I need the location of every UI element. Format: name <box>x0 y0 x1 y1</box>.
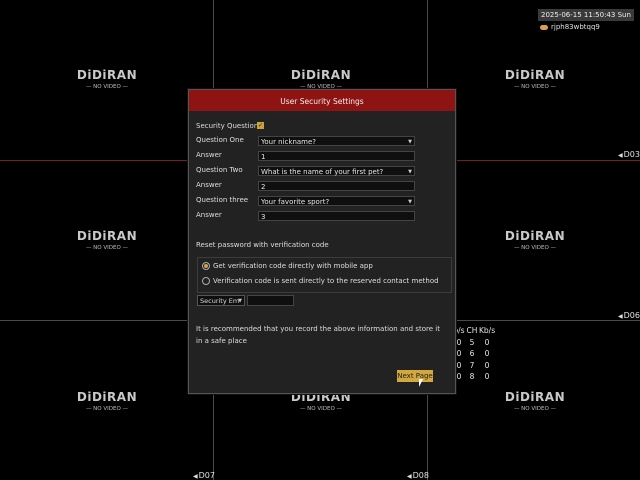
question-one-label: Question One <box>196 136 244 144</box>
answer-three-label: Answer <box>196 211 222 219</box>
brand-logo: DiDiRAN <box>504 68 566 82</box>
cloud-icon <box>540 24 548 30</box>
dropdown-arrow-icon: ▼ <box>238 298 242 304</box>
security-email-input[interactable] <box>247 295 294 306</box>
answer-two-input[interactable]: 2 <box>258 181 415 191</box>
camera-cell-7[interactable]: DiDiRAN — NO VIDEO — <box>47 390 167 412</box>
camera-cell-1[interactable]: DiDiRAN — NO VIDEO — <box>47 68 167 90</box>
answer-one-label: Answer <box>196 151 222 159</box>
radio-icon[interactable] <box>202 277 210 285</box>
question-three-label: Question three <box>196 196 249 204</box>
camera-cell-6[interactable]: DiDiRAN — NO VIDEO — <box>475 229 595 251</box>
question-two-select[interactable]: What is the name of your first pet? ▼ <box>258 166 415 176</box>
dropdown-arrow-icon: ▼ <box>408 199 412 205</box>
device-id: rjph83wbtqq9 <box>540 23 600 31</box>
datetime-display: 2025-06-15 11:50:43 Sun <box>538 9 634 21</box>
brand-logo: DiDiRAN <box>504 229 566 243</box>
no-video-label: — NO VIDEO — <box>299 406 343 412</box>
option-reserved-contact[interactable]: Verification code is sent directly to th… <box>202 277 439 285</box>
next-page-button[interactable]: Next Page <box>397 370 433 382</box>
speaker-icon: ◀ <box>618 152 623 159</box>
no-video-label: — NO VIDEO — <box>85 245 129 251</box>
dropdown-arrow-icon: ▼ <box>408 169 412 175</box>
camera-label-d07: ◀D07 <box>193 471 215 480</box>
answer-three-input[interactable]: 3 <box>258 211 415 221</box>
brand-logo: DiDiRAN <box>290 68 352 82</box>
speaker-icon: ◀ <box>618 313 623 320</box>
brand-logo: DiDiRAN <box>76 390 138 404</box>
no-video-label: — NO VIDEO — <box>513 84 557 90</box>
question-one-select[interactable]: Your nickname? ▼ <box>258 136 415 146</box>
camera-cell-3[interactable]: DiDiRAN — NO VIDEO — <box>475 68 595 90</box>
answer-one-input[interactable]: 1 <box>258 151 415 161</box>
answer-two-label: Answer <box>196 181 222 189</box>
no-video-label: — NO VIDEO — <box>513 406 557 412</box>
no-video-label: — NO VIDEO — <box>513 245 557 251</box>
security-note: It is recommended that you record the ab… <box>196 325 440 345</box>
no-video-label: — NO VIDEO — <box>85 84 129 90</box>
camera-cell-4[interactable]: DiDiRAN — NO VIDEO — <box>47 229 167 251</box>
question-three-select[interactable]: Your favorite sport? ▼ <box>258 196 415 206</box>
bitrate-stats: b/s CH Kb/s 050 060 070 080 <box>453 326 496 381</box>
security-question-label: Security Question <box>196 122 259 130</box>
security-email-select[interactable]: Security Em ▼ <box>197 295 245 306</box>
security-question-checkbox[interactable]: ✓ <box>257 122 264 129</box>
speaker-icon: ◀ <box>407 473 412 480</box>
camera-label-d06: ◀D06 <box>618 311 640 320</box>
radio-selected-icon[interactable] <box>202 262 210 270</box>
brand-logo: DiDiRAN <box>76 229 138 243</box>
brand-logo: DiDiRAN <box>76 68 138 82</box>
dropdown-arrow-icon: ▼ <box>408 139 412 145</box>
user-security-dialog: User Security Settings Security Question… <box>188 89 456 394</box>
no-video-label: — NO VIDEO — <box>85 406 129 412</box>
reset-password-section-title: Reset password with verification code <box>196 241 329 249</box>
camera-label-d03: ◀D03 <box>618 150 640 159</box>
brand-logo: DiDiRAN <box>504 390 566 404</box>
speaker-icon: ◀ <box>193 473 198 480</box>
verification-method-group: Get verification code directly with mobi… <box>197 257 452 293</box>
camera-cell-9[interactable]: DiDiRAN — NO VIDEO — <box>475 390 595 412</box>
mouse-cursor-icon <box>419 379 423 387</box>
question-two-label: Question Two <box>196 166 243 174</box>
dialog-title: User Security Settings <box>189 90 455 111</box>
option-mobile-app[interactable]: Get verification code directly with mobi… <box>202 262 373 270</box>
camera-cell-2[interactable]: DiDiRAN — NO VIDEO — <box>261 68 381 90</box>
camera-label-d08: ◀D08 <box>407 471 429 480</box>
